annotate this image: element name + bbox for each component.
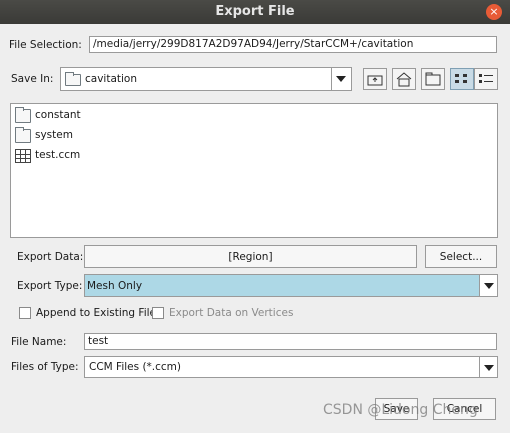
export-data-label: Export Data: [17,251,84,263]
export-data-field: [Region] [84,245,417,268]
folder-icon [15,127,31,143]
files-of-type-combo[interactable]: CCM Files (*.ccm) [84,356,498,378]
append-label[interactable]: Append to Existing File [36,307,156,319]
list-view-button[interactable] [450,68,474,90]
details-view-icon [479,74,493,83]
export-type-combo[interactable]: Mesh Only [84,274,498,297]
title-bar: Export File × [0,0,510,24]
append-checkbox[interactable] [19,307,31,319]
export-type-value: Mesh Only [87,280,143,292]
window-title: Export File [215,4,295,19]
save-in-combo[interactable]: cavitation [60,67,352,91]
folder-icon [65,72,81,86]
files-of-type-value: CCM Files (*.ccm) [89,361,181,373]
chevron-down-icon[interactable] [479,275,497,296]
export-file-dialog: File Selection: /media/jerry/299D817A2D9… [0,24,510,433]
up-folder-button[interactable] [363,68,387,90]
file-name: constant [35,109,81,121]
file-name: system [35,129,73,141]
save-in-value: cavitation [85,73,138,85]
new-folder-button[interactable] [421,68,445,90]
vertices-label: Export Data on Vertices [169,307,294,319]
file-name-label: File Name: [11,336,67,348]
new-folder-icon [425,72,441,86]
file-list[interactable]: constant system test.ccm [10,103,498,238]
file-name-field[interactable]: test [84,333,497,350]
select-button[interactable]: Select... [425,245,497,268]
file-name: test.ccm [35,149,81,161]
file-selection-label: File Selection: [9,39,82,51]
chevron-down-icon[interactable] [479,357,497,377]
list-view-icon [455,74,467,83]
export-type-label: Export Type: [17,280,83,292]
close-button[interactable]: × [486,4,502,20]
watermark: CSDN @Lidong Cheng [323,402,478,418]
up-folder-icon [367,75,383,86]
home-icon [396,72,412,87]
chevron-down-icon[interactable] [331,68,351,90]
file-selection-field[interactable]: /media/jerry/299D817A2D97AD94/Jerry/Star… [89,36,497,53]
save-in-label: Save In: [11,73,54,85]
home-button[interactable] [392,68,416,90]
files-of-type-label: Files of Type: [11,361,79,373]
folder-icon [15,107,31,123]
details-view-button[interactable] [474,68,498,90]
vertices-checkbox[interactable] [152,307,164,319]
ccm-file-icon [15,149,31,163]
